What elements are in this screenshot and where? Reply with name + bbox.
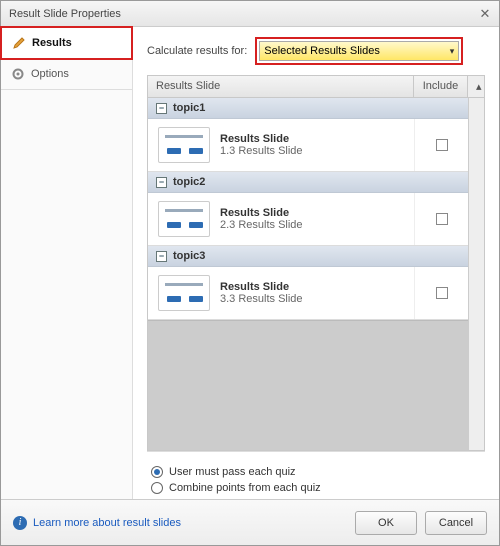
cancel-button[interactable]: Cancel — [425, 511, 487, 535]
group-topic2[interactable]: − topic2 — [148, 172, 468, 193]
tab-results[interactable]: Results — [0, 26, 133, 60]
radio-icon[interactable] — [151, 482, 163, 494]
pencil-icon — [12, 36, 26, 50]
chevron-down-icon: ▾ — [450, 46, 455, 57]
item-text: Results Slide 1.3 Results Slide — [220, 133, 303, 157]
table-row[interactable]: Results Slide 2.3 Results Slide — [148, 193, 468, 246]
radio-combine[interactable]: Combine points from each quiz — [151, 480, 481, 496]
group-label: topic3 — [173, 250, 205, 262]
radio-icon[interactable] — [151, 466, 163, 478]
titlebar: Result Slide Properties ✕ — [1, 1, 499, 27]
close-icon[interactable]: ✕ — [477, 6, 493, 22]
group-topic3[interactable]: − topic3 — [148, 246, 468, 267]
group-topic1[interactable]: − topic1 — [148, 98, 468, 119]
footer: i Learn more about result slides OK Canc… — [1, 499, 499, 545]
learn-more-link[interactable]: i Learn more about result slides — [13, 516, 181, 530]
item-title: Results Slide — [220, 133, 303, 145]
calc-dropdown[interactable]: Selected Results Slides ▾ — [259, 41, 459, 61]
slide-thumbnail — [158, 201, 210, 237]
col-slide: Results Slide — [148, 76, 414, 97]
item-subtitle: 2.3 Results Slide — [220, 219, 303, 231]
collapse-icon[interactable]: − — [156, 251, 167, 262]
table-body: − topic1 Results Slide 1.3 Results Slide — [148, 98, 468, 450]
ok-button[interactable]: OK — [355, 511, 417, 535]
tab-label: Options — [31, 68, 69, 80]
main-panel: Calculate results for: Selected Results … — [133, 27, 499, 499]
dialog-window: Result Slide Properties ✕ Results Option… — [0, 0, 500, 546]
item-text: Results Slide 3.3 Results Slide — [220, 281, 303, 305]
slide-thumbnail — [158, 275, 210, 311]
dropdown-value: Selected Results Slides — [264, 45, 380, 57]
include-checkbox[interactable] — [436, 139, 448, 151]
radio-pass-each[interactable]: User must pass each quiz — [151, 464, 481, 480]
radio-label: User must pass each quiz — [169, 466, 296, 478]
item-text: Results Slide 2.3 Results Slide — [220, 207, 303, 231]
item-subtitle: 1.3 Results Slide — [220, 145, 303, 157]
radio-label: Combine points from each quiz — [169, 482, 321, 494]
info-icon: i — [13, 516, 27, 530]
group-label: topic2 — [173, 176, 205, 188]
calc-dropdown-highlight: Selected Results Slides ▾ — [255, 37, 463, 65]
table-row[interactable]: Results Slide 1.3 Results Slide — [148, 119, 468, 172]
results-table: Results Slide Include ▴ − topic1 — [147, 75, 485, 451]
table-row[interactable]: Results Slide 3.3 Results Slide — [148, 267, 468, 320]
window-title: Result Slide Properties — [9, 8, 121, 20]
sidebar: Results Options — [1, 27, 133, 499]
include-checkbox[interactable] — [436, 287, 448, 299]
learn-label: Learn more about result slides — [33, 517, 181, 529]
collapse-icon[interactable]: − — [156, 177, 167, 188]
dialog-body: Results Options Calculate results for: S… — [1, 27, 499, 499]
tab-label: Results — [32, 37, 72, 49]
table-header: Results Slide Include ▴ — [148, 76, 484, 98]
item-title: Results Slide — [220, 281, 303, 293]
gear-icon — [11, 67, 25, 81]
calc-label: Calculate results for: — [147, 45, 247, 57]
collapse-icon[interactable]: − — [156, 103, 167, 114]
tab-options[interactable]: Options — [1, 59, 132, 90]
empty-area — [148, 320, 468, 450]
group-label: topic1 — [173, 102, 205, 114]
scroll-up-icon[interactable]: ▴ — [468, 76, 484, 97]
slide-thumbnail — [158, 127, 210, 163]
scrollbar[interactable] — [468, 98, 484, 450]
calc-row: Calculate results for: Selected Results … — [147, 37, 485, 65]
include-checkbox[interactable] — [436, 213, 448, 225]
item-subtitle: 3.3 Results Slide — [220, 293, 303, 305]
col-include: Include — [414, 76, 468, 97]
item-title: Results Slide — [220, 207, 303, 219]
